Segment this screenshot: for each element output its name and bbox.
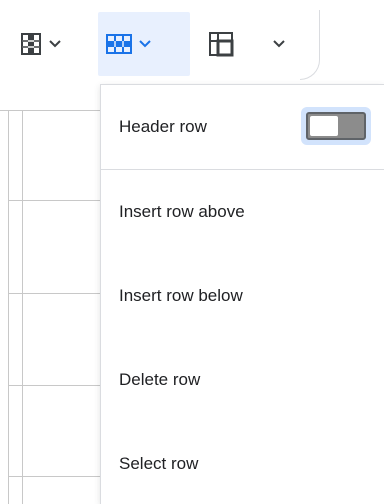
table-column-icon — [20, 32, 42, 56]
table-toolbar — [0, 0, 320, 80]
menu-item-header-row[interactable]: Header row — [101, 85, 384, 169]
menu-item-label: Delete row — [119, 370, 201, 389]
cell-options-button[interactable] — [200, 12, 294, 76]
toggle-knob — [310, 116, 338, 136]
menu-item-label: Header row — [119, 117, 207, 136]
menu-item-select-row[interactable]: Select row — [101, 422, 384, 504]
menu-item-delete-row[interactable]: Delete row — [101, 338, 384, 422]
menu-item-insert-row-above[interactable]: Insert row above — [101, 170, 384, 254]
chevron-down-icon — [138, 39, 152, 49]
menu-item-label: Insert row below — [119, 286, 243, 305]
table-border — [0, 110, 100, 111]
table-column-divider — [22, 110, 23, 504]
toggle-track — [306, 112, 366, 140]
menu-item-insert-row-below[interactable]: Insert row below — [101, 254, 384, 338]
table-row-divider — [8, 476, 100, 477]
table-row-divider — [8, 200, 100, 201]
row-options-menu: Header row Insert row above Insert row b… — [100, 84, 384, 504]
column-options-button[interactable] — [12, 12, 70, 76]
header-row-toggle[interactable] — [301, 107, 371, 145]
menu-item-label: Insert row above — [119, 202, 245, 221]
row-options-button[interactable] — [98, 12, 190, 76]
toolbar-border — [300, 10, 320, 80]
table-row-divider — [8, 293, 100, 294]
chevron-down-icon — [272, 39, 286, 49]
table-row-divider — [8, 385, 100, 386]
table-border — [8, 110, 9, 504]
table-row-icon — [106, 34, 132, 54]
menu-item-label: Select row — [119, 454, 199, 473]
table-cell-icon — [208, 31, 234, 57]
chevron-down-icon — [48, 39, 62, 49]
